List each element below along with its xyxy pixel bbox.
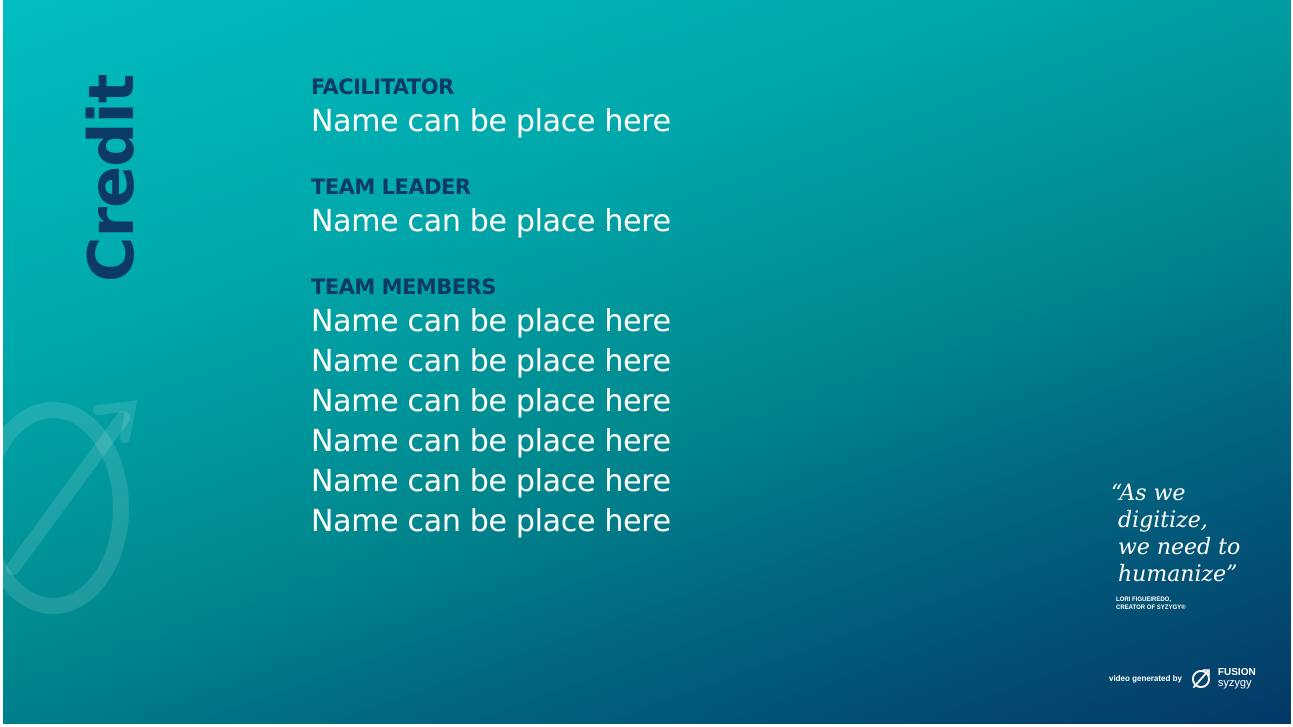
team-member-name: Name can be place here	[311, 304, 671, 339]
facilitator-label: FACILITATOR	[311, 75, 454, 99]
quote-attribution: LORI FIGUEIREDO, CREATOR OF SYZYGY®	[1116, 596, 1186, 612]
logo-syzygy-text: syzygy	[1217, 677, 1252, 689]
facilitator-section: FACILITATOR Name can be place here	[311, 72, 671, 142]
fusion-syzygy-logo: FUSION syzygy	[1217, 668, 1256, 689]
footer-branding: video generated by FUSION syzygy	[1109, 665, 1256, 691]
team-leader-name: Name can be place here	[311, 204, 671, 239]
credits-slide: Credit FACILITATOR Name can be place her…	[3, 0, 1291, 724]
credits-list: FACILITATOR Name can be place here TEAM …	[311, 72, 671, 572]
team-leader-section: TEAM LEADER Name can be place here	[311, 172, 671, 242]
circle-arrow-watermark-icon	[3, 400, 138, 614]
facilitator-name: Name can be place here	[311, 104, 671, 139]
generated-by-text: video generated by	[1109, 673, 1182, 683]
credit-title: Credit	[75, 74, 148, 282]
team-leader-label: TEAM LEADER	[311, 175, 471, 199]
team-members-section: TEAM MEMBERS Name can be place here Name…	[311, 272, 671, 542]
team-member-name: Name can be place here	[311, 504, 671, 539]
attribution-name: LORI FIGUEIREDO,	[1116, 597, 1172, 603]
quote-text: “As we digitize, we need to humanize”	[1111, 481, 1241, 587]
team-member-name: Name can be place here	[311, 464, 671, 499]
attribution-role: CREATOR OF SYZYGY®	[1116, 605, 1186, 611]
team-member-name: Name can be place here	[311, 344, 671, 379]
team-member-name: Name can be place here	[311, 424, 671, 459]
null-set-circle-icon	[1191, 669, 1210, 688]
team-member-name: Name can be place here	[311, 384, 671, 419]
team-members-label: TEAM MEMBERS	[311, 275, 496, 299]
